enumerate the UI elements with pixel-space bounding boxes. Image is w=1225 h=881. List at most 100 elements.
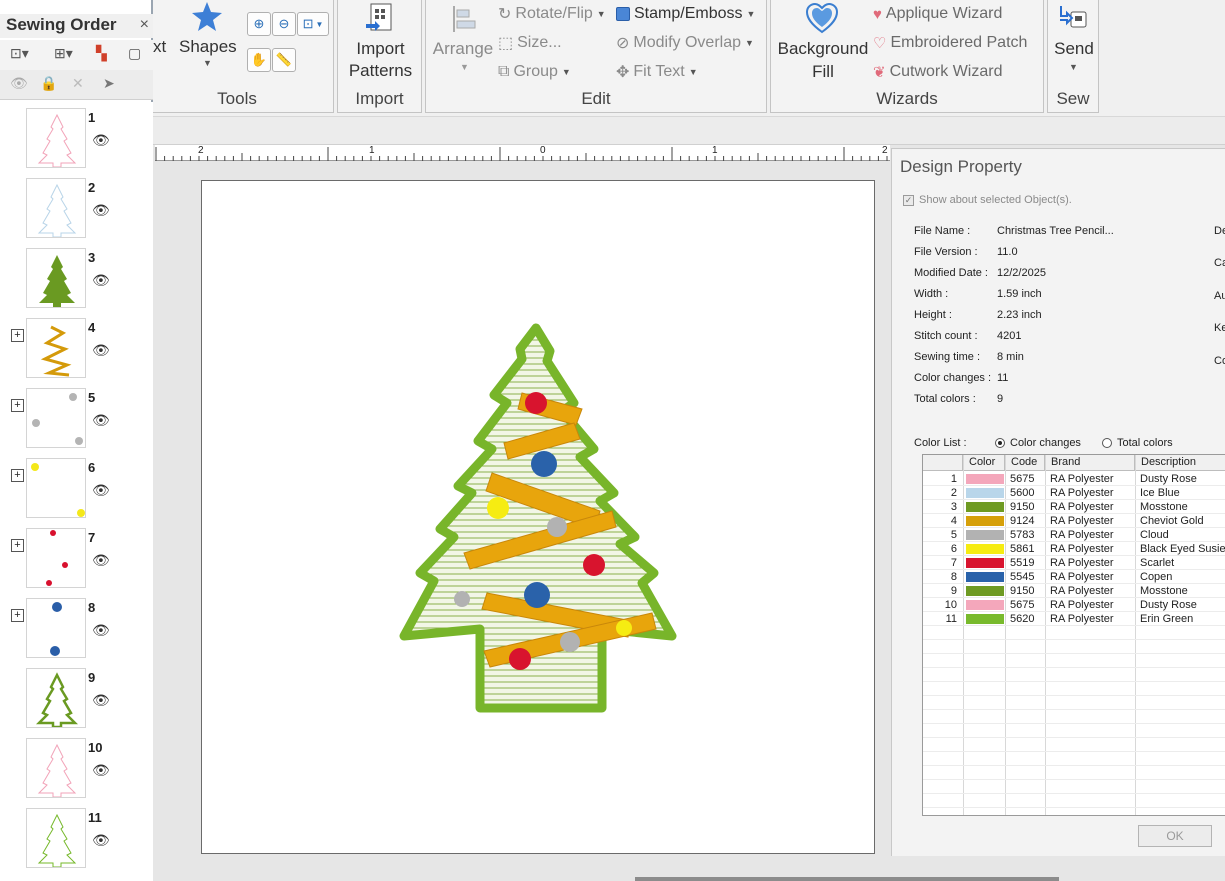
size-button[interactable]: ⬚ Size... (498, 31, 562, 55)
applique-wizard-button[interactable]: ♥ Applique Wizard (873, 2, 1002, 26)
ok-button[interactable]: OK (1138, 825, 1212, 847)
eye-icon[interactable]: 👁 (92, 482, 110, 499)
table-row[interactable]: 6 5861 RA Polyester Black Eyed Susie (923, 542, 1225, 556)
sewing-order-item[interactable]: 3 👁 (0, 242, 150, 312)
sewing-item-thumbnail (26, 458, 86, 518)
design-property-panel: Design Property ✓ Show about selected Ob… (891, 148, 1225, 856)
group-button[interactable]: ⧉ Group ▼ (498, 60, 571, 84)
horizontal-scrollbar[interactable] (635, 877, 1059, 881)
zoom-fit-icon[interactable]: ⊡ ▼ (297, 12, 329, 36)
table-row[interactable]: 3 9150 RA Polyester Mosstone (923, 500, 1225, 514)
table-row[interactable]: 4 9124 RA Polyester Cheviot Gold (923, 514, 1225, 528)
send-label: Send (1054, 39, 1094, 58)
eye-icon[interactable]: 👁 (10, 75, 28, 92)
rotate-flip-button[interactable]: ↻ Rotate/Flip ▼ (498, 2, 606, 26)
delete-x-icon[interactable]: ✕ (72, 75, 84, 92)
sewing-order-item[interactable]: +7 👁 (0, 522, 150, 592)
frame-icon[interactable]: ▢ (128, 45, 141, 62)
color-sort-icon[interactable]: ▚ (96, 45, 107, 62)
table-row[interactable]: 9 9150 RA Polyester Mosstone (923, 584, 1225, 598)
table-column-header[interactable]: Brand (1045, 455, 1135, 471)
fit-text-button[interactable]: ✥ Fit Text ▼ (616, 60, 698, 84)
zoom-out-icon[interactable]: ⊖ (272, 12, 296, 36)
radio-color-changes[interactable]: Color changes (995, 437, 1081, 449)
stamp-emboss-label: Stamp/Emboss (634, 5, 743, 22)
arrange-button[interactable]: Arrange ▼ (428, 0, 496, 80)
table-column-header[interactable]: Color (963, 455, 1005, 471)
pan-hand-icon[interactable]: ✋ (247, 48, 271, 72)
eye-icon[interactable]: 👁 (92, 272, 110, 289)
fill-label: Fill (812, 62, 834, 81)
eye-icon[interactable]: 👁 (92, 622, 110, 639)
thread-code: 5519 (1010, 557, 1035, 569)
sewing-order-item[interactable]: 1 👁 (0, 102, 150, 172)
select-frame-icon[interactable]: ⊡▾ (10, 45, 29, 62)
background-fill-button[interactable]: Background Fill (773, 0, 869, 84)
table-grid-line (923, 765, 1225, 766)
table-row[interactable]: 2 5600 RA Polyester Ice Blue (923, 486, 1225, 500)
sewing-order-item[interactable]: +6 👁 (0, 452, 150, 522)
row-number: 1 (950, 473, 957, 485)
shapes-button[interactable]: Shapes ▼ (179, 0, 237, 70)
christmas-tree-design[interactable] (202, 181, 876, 855)
close-icon[interactable]: × (140, 16, 149, 34)
table-row[interactable]: 7 5519 RA Polyester Scarlet (923, 556, 1225, 570)
expand-icon[interactable]: + (11, 539, 24, 552)
import-label-line1: Import (356, 39, 405, 58)
arrange-label: Arrange (432, 39, 494, 58)
property-value: Christmas Tree Pencil... (997, 225, 1114, 237)
pointer-icon[interactable]: ➤ (103, 75, 115, 92)
table-row[interactable]: 8 5545 RA Polyester Copen (923, 570, 1225, 584)
table-row[interactable]: 10 5675 RA Polyester Dusty Rose (923, 598, 1225, 612)
sewing-order-item[interactable]: 11 👁 (0, 802, 150, 872)
ruler-ticks (155, 147, 888, 161)
table-row[interactable]: 11 5620 RA Polyester Erin Green (923, 612, 1225, 626)
hierarchy-icon[interactable]: ⊞▾ (54, 45, 73, 62)
table-row[interactable]: 1 5675 RA Polyester Dusty Rose (923, 472, 1225, 486)
eye-icon[interactable]: 👁 (92, 342, 110, 359)
arrange-icon (453, 6, 476, 32)
eye-icon[interactable]: 👁 (92, 132, 110, 149)
sewing-order-item[interactable]: 9 👁 (0, 662, 150, 732)
eye-icon[interactable]: 👁 (92, 832, 110, 849)
table-corner-header (923, 455, 963, 471)
eye-icon[interactable]: 👁 (92, 762, 110, 779)
table-column-header[interactable]: Code (1005, 455, 1045, 471)
embroidered-patch-button[interactable]: ♡ Embroidered Patch (873, 31, 1027, 55)
eye-icon[interactable]: 👁 (92, 202, 110, 219)
zoom-in-icon[interactable]: ⊕ (247, 12, 271, 36)
lock-icon[interactable]: 🔒 (40, 75, 57, 92)
measure-icon[interactable]: 📏 (272, 48, 296, 72)
table-grid-line (923, 807, 1225, 808)
sewing-order-item[interactable]: +4 👁 (0, 312, 150, 382)
show-selected-checkbox[interactable]: ✓ Show about selected Object(s). (903, 194, 1072, 206)
import-patterns-button[interactable]: Import Patterns (338, 0, 423, 90)
expand-icon[interactable]: + (11, 399, 24, 412)
stamp-emboss-button[interactable]: Stamp/Emboss ▼ (616, 2, 755, 26)
sewing-item-number: 10 (88, 740, 103, 755)
eye-icon[interactable]: 👁 (92, 692, 110, 709)
sewing-order-item[interactable]: +8 👁 (0, 592, 150, 662)
sewing-order-item[interactable]: +5 👁 (0, 382, 150, 452)
table-grid-line (923, 737, 1225, 738)
property-label: Stitch count : (914, 330, 978, 342)
expand-icon[interactable]: + (11, 469, 24, 482)
cutwork-wizard-button[interactable]: ❦ Cutwork Wizard (873, 60, 1002, 84)
text-button-cut[interactable]: xt (153, 36, 166, 58)
color-swatch (966, 474, 1004, 484)
design-canvas[interactable] (201, 180, 875, 854)
expand-icon[interactable]: + (11, 609, 24, 622)
expand-icon[interactable]: + (11, 329, 24, 342)
eye-icon[interactable]: 👁 (92, 552, 110, 569)
table-column-header[interactable]: Description (1135, 455, 1225, 471)
sewing-order-item[interactable]: 2 👁 (0, 172, 150, 242)
sewing-order-item[interactable]: 10 👁 (0, 732, 150, 802)
table-row[interactable]: 5 5783 RA Polyester Cloud (923, 528, 1225, 542)
send-button[interactable]: Send ▼ (1048, 0, 1100, 80)
modify-overlap-button[interactable]: ⊘ Modify Overlap ▼ (616, 31, 754, 55)
radio-total-colors[interactable]: Total colors (1102, 437, 1173, 449)
ruler-label: 0 (540, 145, 546, 156)
eye-icon[interactable]: 👁 (92, 412, 110, 429)
sewing-item-thumbnail (26, 528, 86, 588)
thread-code: 9150 (1010, 501, 1035, 513)
